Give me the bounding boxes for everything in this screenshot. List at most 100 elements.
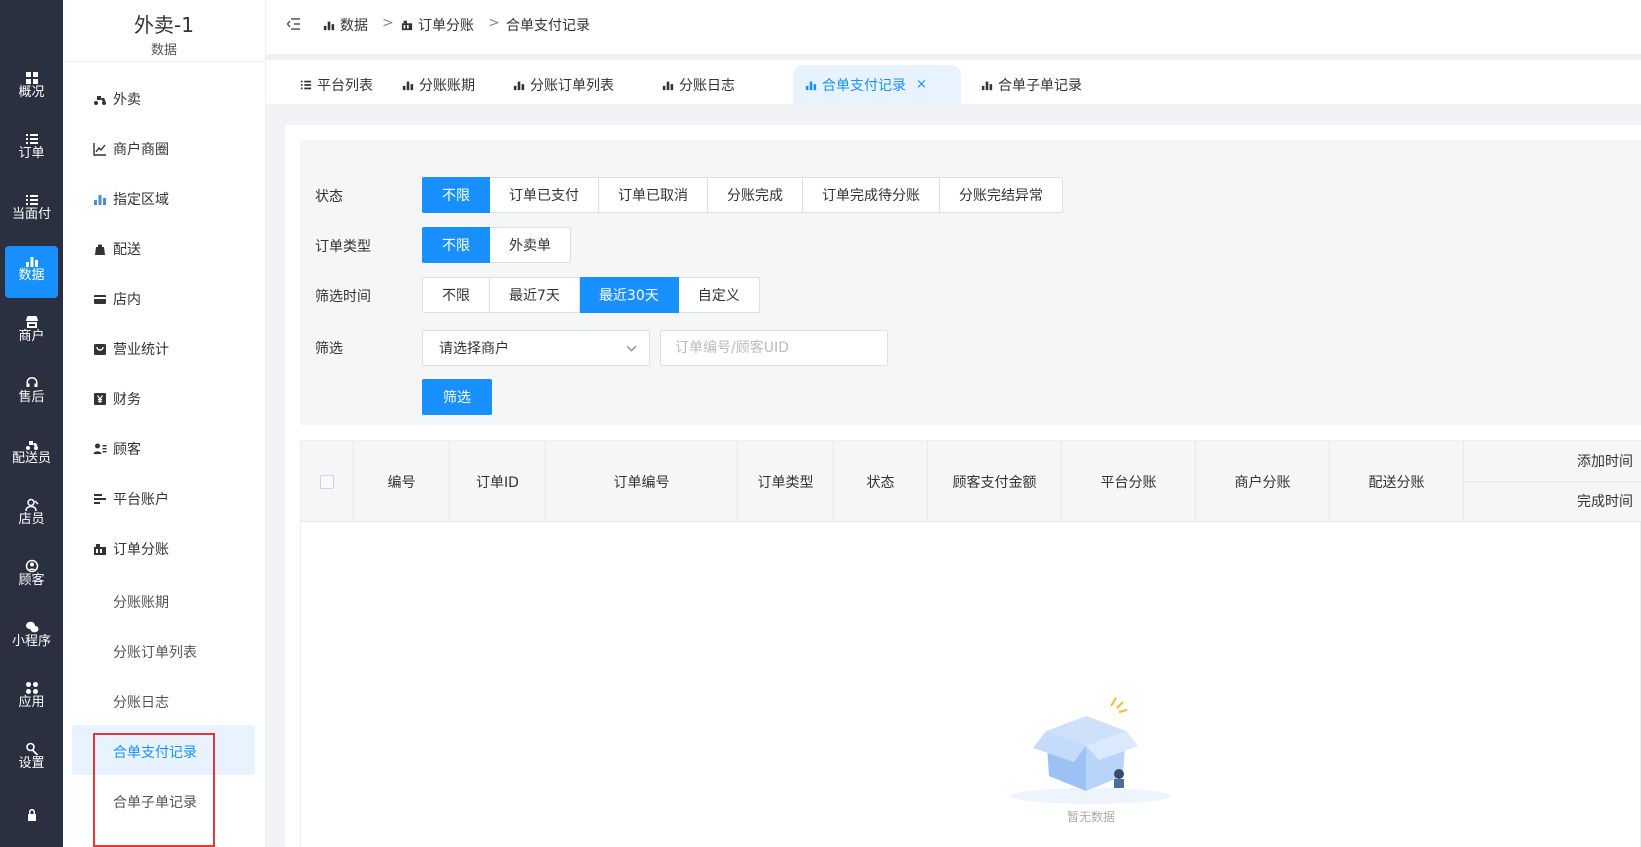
column-header[interactable]: 订单ID <box>450 441 546 522</box>
column-header[interactable]: 商户分账 <box>1196 441 1330 522</box>
tab-split-log[interactable]: 分账日志 <box>650 65 747 104</box>
status-option[interactable]: 分账完结异常 <box>940 177 1063 213</box>
bar-chart-icon <box>93 192 107 206</box>
rail-item-merchants[interactable]: 商户 <box>5 307 58 359</box>
tab-split-orders[interactable]: 分账订单列表 <box>501 65 626 104</box>
time-option[interactable]: 最近30天 <box>579 277 679 313</box>
time-column-header: 添加时间 完成时间 <box>1464 441 1641 522</box>
records-table: 编号 订单ID 订单编号 订单类型 状态 顾客支付金额 平台分账 商户分账 配送… <box>300 440 1641 847</box>
rail-item-settings[interactable]: 设置 <box>5 734 58 786</box>
rail-item-label: 顾客 <box>18 573 45 588</box>
order-type-filter-label: 订单类型 <box>315 239 371 255</box>
menu-item-business-district[interactable]: 商户商圈 <box>93 138 265 160</box>
menu-item-finance[interactable]: 财务 <box>93 388 265 410</box>
menu-item-label: 营业统计 <box>113 342 169 358</box>
tab-label: 合单支付记录 <box>822 77 906 94</box>
rail-item-data[interactable]: 数据 <box>5 246 58 298</box>
breadcrumb-order-split[interactable]: 订单分账 <box>401 15 474 35</box>
menu-item-in-store[interactable]: 店内 <box>93 288 265 310</box>
sub-item-split-log[interactable]: 分账日志 <box>113 692 169 712</box>
time-option[interactable]: 最近7天 <box>490 277 580 313</box>
collapse-menu-icon[interactable] <box>286 16 302 32</box>
menu-item-business-stats[interactable]: 营业统计 <box>93 338 265 360</box>
time-option[interactable]: 自定义 <box>678 277 760 313</box>
filter-submit-button[interactable]: 筛选 <box>422 379 492 415</box>
status-option[interactable]: 不限 <box>422 177 490 213</box>
column-header[interactable]: 添加时间 <box>1577 441 1633 481</box>
yen-icon <box>93 392 107 406</box>
scooter-icon <box>93 92 107 106</box>
tab-combined-payment[interactable]: 合单支付记录 × <box>793 65 961 104</box>
time-option[interactable]: 不限 <box>422 277 490 313</box>
column-header[interactable]: 顾客支付金额 <box>928 441 1062 522</box>
rail-item-customers[interactable]: 顾客 <box>5 551 58 603</box>
column-header[interactable]: 订单编号 <box>546 441 738 522</box>
sub-item-combined-payment[interactable]: 合单支付记录 <box>113 742 197 762</box>
tab-label: 合单子单记录 <box>998 77 1082 94</box>
menu-item-customers[interactable]: 顾客 <box>93 438 265 460</box>
select-all-checkbox[interactable] <box>320 474 334 489</box>
rail-item-label: 配送员 <box>11 451 51 466</box>
bar-chart-icon <box>5 246 58 268</box>
apps-icon <box>5 673 58 695</box>
column-header[interactable]: 订单类型 <box>738 441 834 522</box>
menu-item-label: 店内 <box>113 292 141 308</box>
menu-header: 外卖-1 数据 <box>63 0 265 62</box>
column-header[interactable]: 平台分账 <box>1062 441 1196 522</box>
status-option[interactable]: 订单已支付 <box>490 177 599 213</box>
breadcrumb-data[interactable]: 数据 <box>323 15 368 35</box>
column-header[interactable]: 配送分账 <box>1330 441 1464 522</box>
status-filter-label: 状态 <box>315 189 343 205</box>
bar-chart-icon <box>513 81 525 90</box>
menu-item-delivery[interactable]: 配送 <box>93 238 265 260</box>
sub-item-combined-suborders[interactable]: 合单子单记录 <box>113 792 197 812</box>
column-header[interactable]: 编号 <box>354 441 450 522</box>
menu-item-platform-account[interactable]: 平台账户 <box>93 488 265 510</box>
menu-item-order-split[interactable]: 订单分账 <box>93 538 265 560</box>
line-chart-icon <box>93 142 107 156</box>
table-header: 编号 订单ID 订单编号 订单类型 状态 顾客支付金额 平台分账 商户分账 配送… <box>301 441 1641 522</box>
tab-label: 分账账期 <box>419 77 475 94</box>
menu-item-takeout[interactable]: 外卖 <box>93 88 265 110</box>
rail-item-orders[interactable]: 订单 <box>5 124 58 176</box>
rail-item-apps[interactable]: 应用 <box>5 673 58 725</box>
status-option[interactable]: 订单已取消 <box>599 177 708 213</box>
tab-platform-list[interactable]: 平台列表 <box>288 65 385 104</box>
order-search-input[interactable] <box>660 330 888 366</box>
tab-combined-suborders[interactable]: 合单子单记录 <box>969 65 1094 104</box>
status-option[interactable]: 订单完成待分账 <box>803 177 940 213</box>
rail-item-overview[interactable]: 概况 <box>5 63 58 115</box>
sub-item-split-period[interactable]: 分账账期 <box>113 592 169 612</box>
align-icon <box>93 492 107 506</box>
rail-item-label: 商户 <box>18 329 45 344</box>
close-icon[interactable]: × <box>916 77 927 92</box>
breadcrumb-current: 合单支付记录 <box>506 15 590 35</box>
rail-item-after-sales[interactable]: 售后 <box>5 368 58 420</box>
select-all-cell <box>301 441 354 522</box>
rail-item-mini-program[interactable]: 小程序 <box>5 612 58 664</box>
menu-item-region[interactable]: 指定区域 <box>93 188 265 210</box>
column-header[interactable]: 状态 <box>834 441 928 522</box>
column-header[interactable]: 完成时间 <box>1577 481 1633 521</box>
shop-bag-icon <box>93 342 107 356</box>
rail-item-staff[interactable]: 店员 <box>5 490 58 542</box>
rail-item-couriers[interactable]: 配送员 <box>5 429 58 481</box>
filter-panel: 状态 不限 订单已支付 订单已取消 分账完成 订单完成待分账 分账完结异常 订单… <box>300 140 1641 425</box>
order-type-option[interactable]: 外卖单 <box>490 227 571 263</box>
bar-chart-icon <box>402 81 414 90</box>
rail-item-label: 售后 <box>18 390 45 405</box>
tab-label: 分账订单列表 <box>530 77 614 94</box>
sub-item-split-orders[interactable]: 分账订单列表 <box>113 642 197 662</box>
bag-icon <box>93 242 107 256</box>
order-type-option[interactable]: 不限 <box>422 227 490 263</box>
rail-item-label: 数据 <box>18 268 45 283</box>
rail-item-label: 小程序 <box>11 634 51 649</box>
rail-item-face-pay[interactable]: 当面付 <box>5 185 58 237</box>
filter-label: 筛选 <box>315 341 343 357</box>
status-option[interactable]: 分账完成 <box>708 177 803 213</box>
tab-split-period[interactable]: 分账账期 <box>390 65 487 104</box>
bar-chart-icon <box>323 21 335 31</box>
app-title: 外卖-1 <box>134 13 194 37</box>
rail-item-more[interactable] <box>5 800 58 840</box>
merchant-select[interactable]: 请选择商户 <box>422 330 650 366</box>
